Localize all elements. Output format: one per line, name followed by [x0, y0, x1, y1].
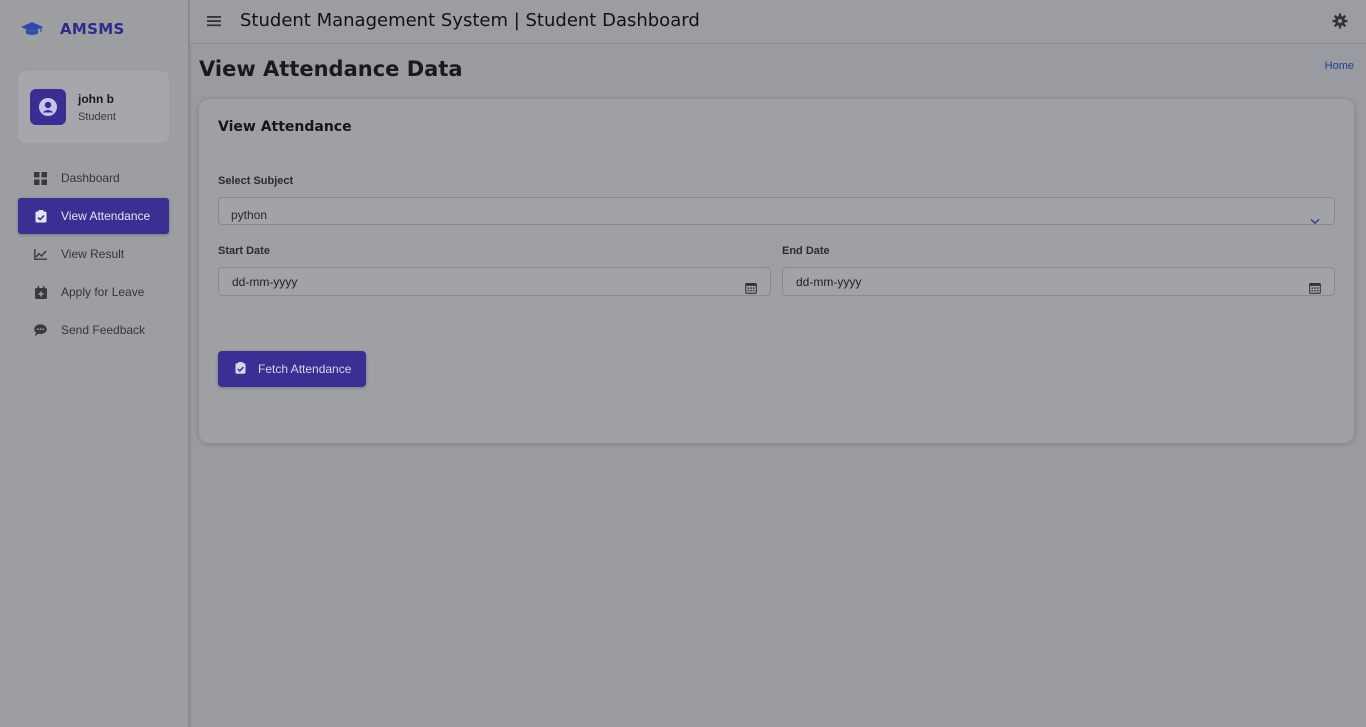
- user-circle-icon: [30, 89, 66, 125]
- fetch-attendance-button[interactable]: Fetch Attendance: [218, 351, 366, 387]
- sidebar-item-label: Apply for Leave: [61, 285, 145, 299]
- brand-link[interactable]: AMSMS: [0, 0, 188, 58]
- gear-icon[interactable]: [1332, 13, 1348, 29]
- card-title: View Attendance: [218, 119, 352, 135]
- sidebar-item-label: View Result: [61, 247, 125, 261]
- chat-bubble-icon: [34, 324, 47, 337]
- fetch-attendance-label: Fetch Attendance: [258, 362, 352, 376]
- sidebar-nav: Dashboard View Attendance View Result Ap…: [18, 160, 169, 350]
- chevron-down-icon: [1310, 207, 1320, 224]
- subject-label: Select Subject: [218, 175, 294, 187]
- calendar-plus-icon: [34, 285, 47, 299]
- user-name: john b: [78, 91, 114, 106]
- sidebar-item-label: Send Feedback: [61, 323, 146, 337]
- hamburger-icon[interactable]: [207, 14, 221, 28]
- sidebar-item-label: Dashboard: [61, 171, 120, 185]
- line-chart-icon: [34, 248, 47, 261]
- clipboard-check-icon: [235, 361, 246, 377]
- page-title: View Attendance Data: [199, 57, 463, 81]
- sidebar: AMSMS john b Student Dashboard View Atte: [0, 0, 189, 727]
- start-date-placeholder: dd-mm-yyyy: [232, 275, 298, 289]
- sidebar-item-apply-leave[interactable]: Apply for Leave: [18, 274, 169, 310]
- user-role: Student: [78, 110, 116, 123]
- top-navbar: Student Management System | Student Dash…: [190, 0, 1366, 44]
- calendar-icon[interactable]: [1309, 276, 1321, 294]
- graduation-cap-icon: [20, 20, 46, 38]
- sidebar-item-send-feedback[interactable]: Send Feedback: [18, 312, 169, 348]
- sidebar-item-view-attendance[interactable]: View Attendance: [18, 198, 169, 234]
- start-date-input[interactable]: dd-mm-yyyy: [218, 267, 771, 296]
- user-panel[interactable]: john b Student: [18, 71, 169, 143]
- brand-name: AMSMS: [60, 20, 125, 38]
- calendar-icon[interactable]: [745, 276, 757, 294]
- breadcrumb-home-link[interactable]: Home: [1325, 60, 1354, 72]
- subject-select-value: python: [231, 208, 268, 222]
- header-title: Student Management System | Student Dash…: [240, 10, 700, 31]
- start-date-label: Start Date: [218, 245, 270, 257]
- subject-select[interactable]: python: [218, 197, 1335, 225]
- sidebar-item-view-result[interactable]: View Result: [18, 236, 169, 272]
- sidebar-item-label: View Attendance: [61, 209, 151, 223]
- end-date-input[interactable]: dd-mm-yyyy: [782, 267, 1335, 296]
- attendance-card: View Attendance Select Subject python St…: [199, 99, 1354, 443]
- end-date-placeholder: dd-mm-yyyy: [796, 275, 862, 289]
- end-date-label: End Date: [782, 245, 830, 257]
- clipboard-check-icon: [34, 209, 47, 223]
- sidebar-item-dashboard[interactable]: Dashboard: [18, 160, 169, 196]
- dashboard-grid-icon: [34, 171, 47, 185]
